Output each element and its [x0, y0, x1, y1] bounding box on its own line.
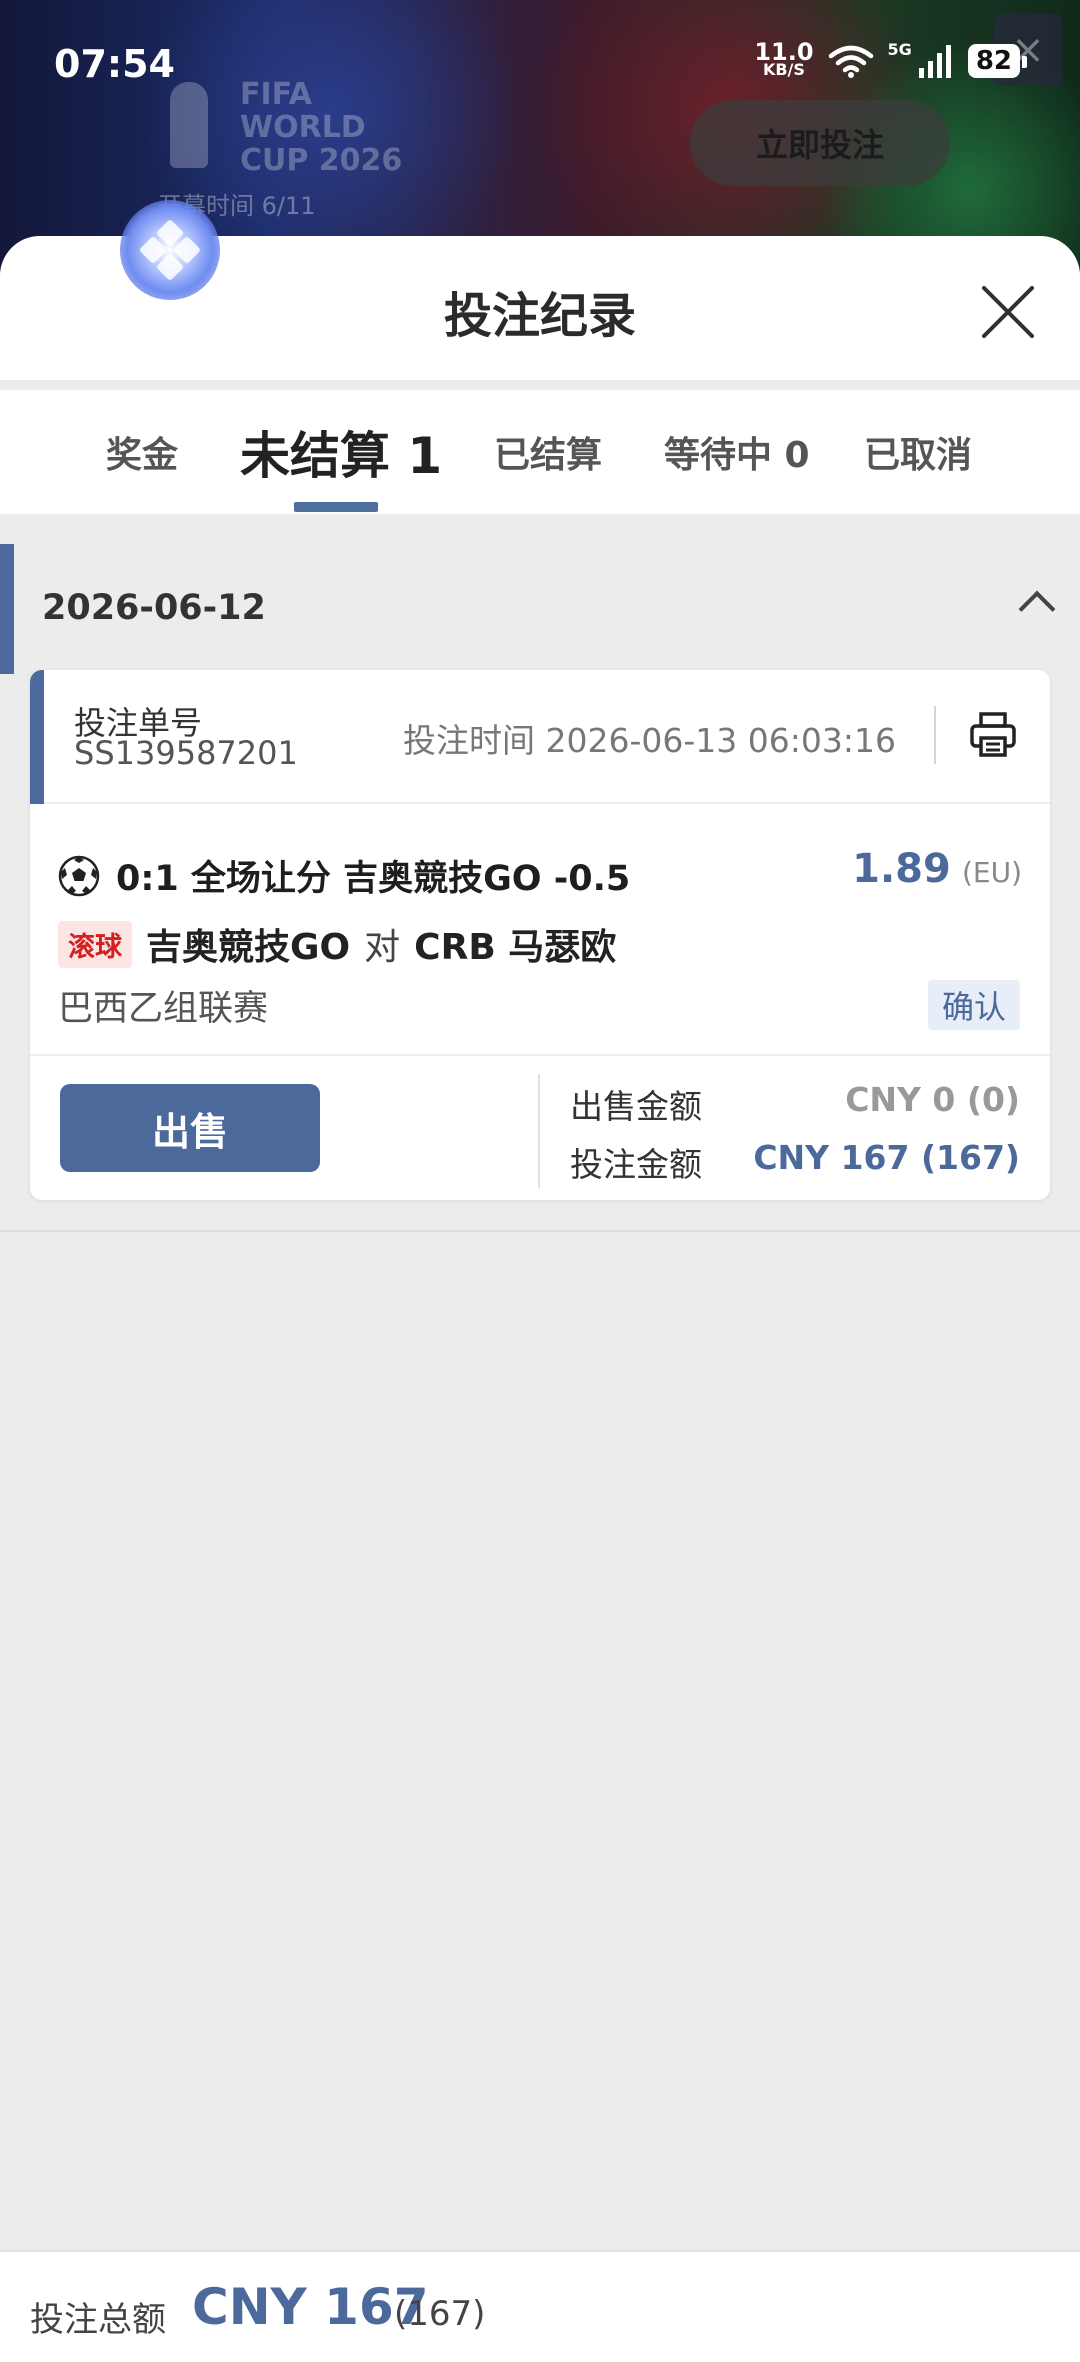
signal-icon [918, 45, 951, 78]
date-group-header[interactable]: 2026-06-12 [0, 544, 1080, 674]
date-accent-bar [0, 544, 14, 674]
selection-text: 0:1 全场让分 吉奥競技GO -0.5 [116, 859, 631, 899]
divider [934, 706, 936, 764]
selection-line: 0:1 全场让分 吉奥競技GO -0.5 [58, 850, 630, 901]
tab-settled[interactable]: 已结算 [494, 390, 602, 514]
home-team: 吉奥競技GO [146, 927, 351, 968]
battery-indicator: 82 [967, 44, 1028, 78]
sell-amount-value: CNY 0 (0) [845, 1080, 1020, 1119]
total-stake-sub: (167) [394, 2294, 486, 2334]
bet-time-value: 2026-06-13 06:03:16 [545, 721, 896, 760]
status-icons: 11.0 KB/S 5G 82 [754, 38, 1028, 79]
total-stake-footer: 投注总额 CNY 167 (167) [0, 2250, 1080, 2362]
sell-amount-row: 出售金额 CNY 0 (0) [570, 1080, 1020, 1128]
tab-cancelled[interactable]: 已取消 [864, 390, 972, 514]
active-tab-indicator [294, 502, 378, 512]
total-stake-label: 投注总额 [30, 2300, 166, 2340]
soccer-ball-icon [58, 855, 100, 896]
tab-unsettled[interactable]: 未结算 1 [240, 390, 442, 514]
stake-amount-row: 投注金额 CNY 167 (167) [570, 1138, 1020, 1186]
printer-icon[interactable] [968, 710, 1018, 760]
tab-pending[interactable]: 等待中 0 [664, 390, 810, 514]
sell-button[interactable]: 出售 [60, 1084, 320, 1172]
chevron-up-icon[interactable] [1018, 590, 1056, 628]
status-badge: 确认 [927, 980, 1020, 1030]
logo-line: CUP 2026 [240, 143, 403, 178]
match-line: 滚球 吉奥競技GO 对 CRB 马瑟欧 [58, 918, 616, 970]
stake-amount-label: 投注金额 [570, 1145, 702, 1184]
live-badge: 滚球 [58, 920, 132, 968]
bet-card: 投注单号 SS139587201 投注时间 2026-06-13 06:03:1… [30, 670, 1050, 1200]
league-name: 巴西乙组联赛 [58, 989, 269, 1029]
stake-amount-value: CNY 167 (167) [753, 1138, 1020, 1177]
divider [538, 1074, 540, 1188]
floating-assistant-icon[interactable] [120, 200, 220, 300]
network-speed: 11.0 KB/S [754, 38, 814, 79]
wifi-icon [828, 45, 873, 78]
odds-value: 1.89 [852, 846, 951, 892]
odds-format: (EU) [961, 856, 1022, 889]
tab-bonus[interactable]: 奖金 [106, 390, 178, 514]
versus-label: 对 [364, 927, 401, 968]
away-team: CRB 马瑟欧 [414, 927, 617, 968]
bet-record-sheet: 投注纪录 奖金 未结算 1 已结算 等待中 0 已取消 2026-06-12 投… [0, 236, 1080, 2362]
network-speed-unit: KB/S [762, 60, 805, 79]
bet-card-footer: 出售 出售金额 CNY 0 (0) 投注金额 CNY 167 (167) [30, 1054, 1050, 1200]
network-type: 5G [887, 39, 912, 59]
list-separator [0, 1230, 1080, 1232]
network-speed-value: 11.0 [754, 38, 814, 66]
bet-time: 投注时间 2026-06-13 06:03:16 [403, 714, 896, 762]
group-date: 2026-06-12 [42, 588, 266, 628]
bet-time-label: 投注时间 [403, 721, 536, 760]
bet-number: SS139587201 [74, 734, 298, 772]
card-accent-bar [30, 670, 44, 804]
status-bar: 07:54 11.0 KB/S 5G 82 [0, 0, 1080, 130]
tab-bar: 奖金 未结算 1 已结算 等待中 0 已取消 [0, 390, 1080, 514]
close-icon[interactable] [978, 282, 1038, 342]
odds: 1.89 (EU) [852, 846, 1022, 892]
status-time: 07:54 [54, 42, 175, 86]
sell-amount-label: 出售金额 [570, 1087, 702, 1126]
bet-card-header: 投注单号 SS139587201 投注时间 2026-06-13 06:03:1… [30, 670, 1050, 804]
